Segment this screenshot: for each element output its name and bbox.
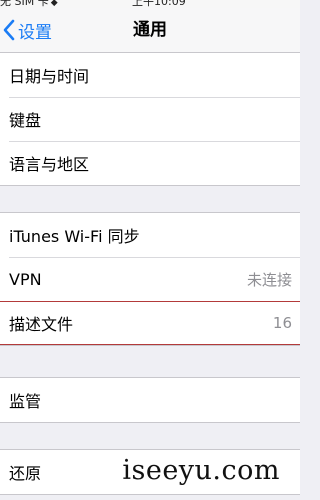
watermark-text: iseeyu.com	[120, 455, 282, 486]
back-button[interactable]: 设置	[2, 8, 52, 52]
row-label: iTunes Wi-Fi 同步	[9, 227, 140, 246]
vpn-status-value: 未连接	[246, 270, 292, 289]
nav-bar: 设置 通用	[0, 8, 300, 53]
settings-row-keyboard[interactable]: 键盘	[0, 97, 300, 141]
row-label: VPN	[9, 269, 42, 289]
row-label: 语言与地区	[9, 155, 90, 174]
status-left: 无 SIM 卡 ◆	[0, 0, 58, 8]
settings-group-general: 日期与时间 键盘 语言与地区	[0, 52, 300, 186]
row-label: 描述文件	[9, 315, 74, 334]
wifi-icon: ◆	[50, 0, 58, 8]
status-time: 上午10:09	[132, 0, 186, 8]
settings-row-supervision[interactable]: 监管	[0, 378, 300, 422]
row-label: 日期与时间	[9, 67, 90, 86]
settings-group-supervision: 监管	[0, 377, 300, 423]
settings-group-connectivity: iTunes Wi-Fi 同步 VPN 未连接 描述文件 16	[0, 212, 300, 346]
settings-row-language-region[interactable]: 语言与地区	[0, 141, 300, 185]
settings-row-itunes-wifi-sync[interactable]: iTunes Wi-Fi 同步	[0, 213, 300, 257]
profiles-count-value: 16	[272, 314, 292, 332]
carrier-label: 无 SIM 卡	[0, 0, 49, 8]
settings-row-profiles[interactable]: 描述文件 16	[0, 301, 300, 345]
settings-row-date-time[interactable]: 日期与时间	[0, 53, 300, 97]
status-bar: 无 SIM 卡 ◆ 上午10:09	[0, 0, 300, 8]
row-label: 键盘	[9, 111, 42, 130]
back-button-label: 设置	[18, 22, 52, 43]
chevron-left-icon	[3, 19, 15, 41]
row-label: 监管	[9, 392, 42, 411]
row-label: 还原	[9, 464, 42, 483]
settings-row-vpn[interactable]: VPN 未连接	[0, 257, 300, 301]
